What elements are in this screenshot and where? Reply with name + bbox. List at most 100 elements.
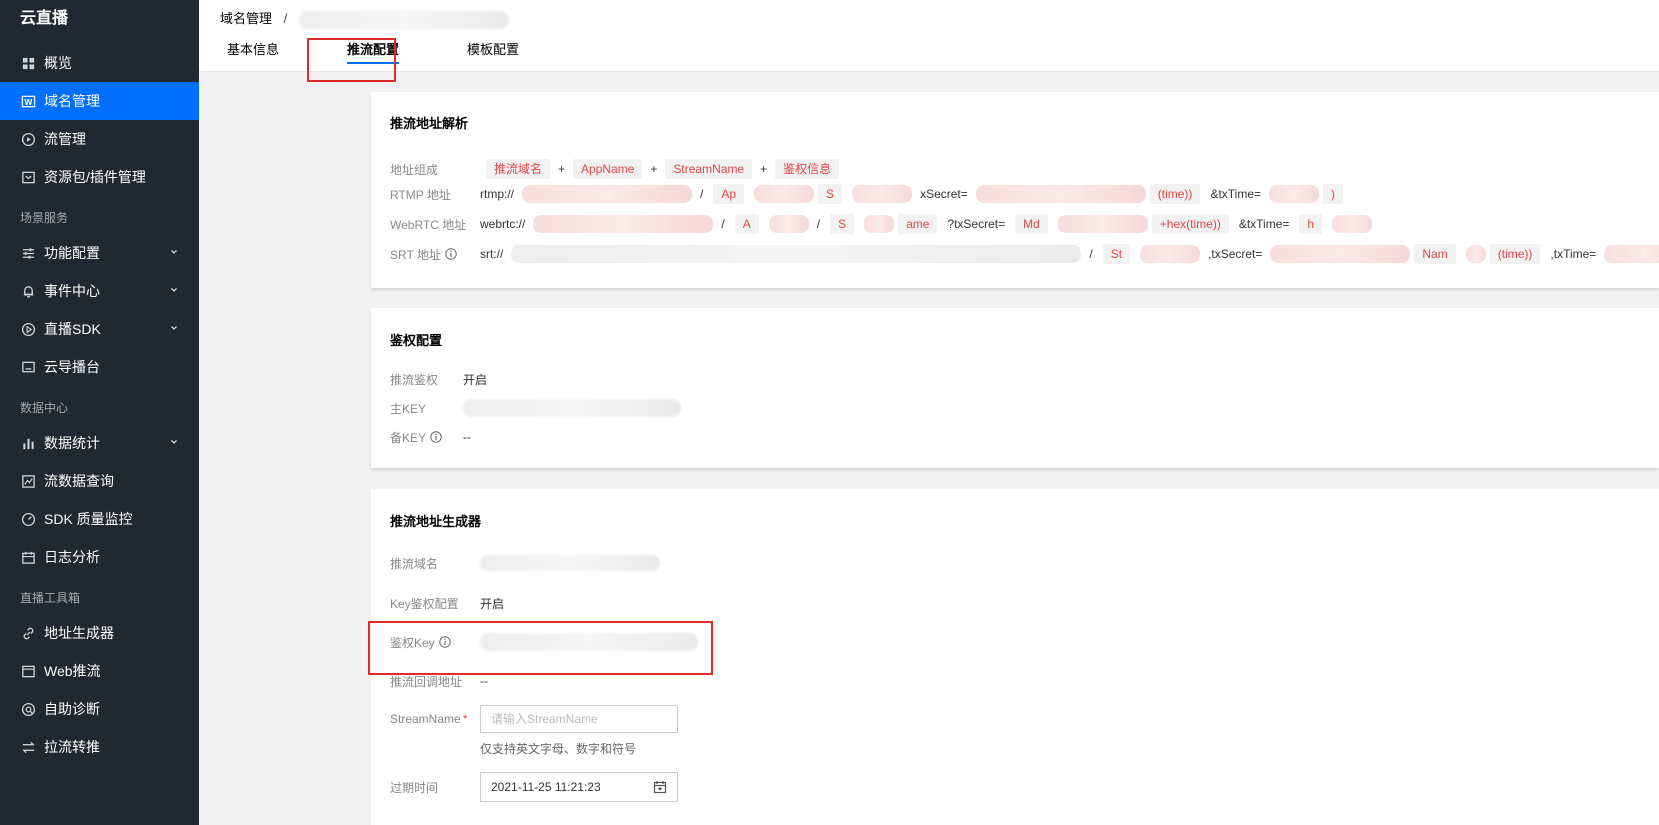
gauge-icon [20, 511, 36, 527]
section-data: 数据中心 [20, 401, 69, 415]
srt-redacted [1465, 245, 1486, 263]
tab-template-config[interactable]: 模板配置 [453, 36, 533, 68]
section-tools: 直播工具箱 [20, 591, 81, 605]
window-icon [20, 663, 36, 679]
card-title: 鉴权配置 [390, 333, 443, 348]
sidebar-item-label: 地址生成器 [44, 625, 114, 641]
key-auth-value: 开启 [480, 596, 505, 611]
sidebar-item-label: 功能配置 [44, 245, 100, 261]
rtmp-txtime-fragment: &txTime= [1210, 187, 1262, 201]
sidebar-item-pull-push[interactable]: 拉流转推 [0, 728, 199, 766]
sidebar-item-feature-config[interactable]: 功能配置 [0, 234, 199, 272]
slash: / [1089, 247, 1093, 261]
push-auth-label: 推流鉴权 [390, 372, 439, 387]
webrtc-prefix: webrtc:// [480, 217, 526, 231]
push-domain-redacted [480, 555, 660, 571]
tab-basic-info[interactable]: 基本信息 [213, 36, 293, 68]
webrtc-md-fragment: Md [1015, 214, 1048, 234]
rtmp-secret-redacted [975, 185, 1146, 203]
info-icon[interactable] [430, 431, 442, 443]
package-icon [20, 169, 36, 185]
sidebar-item-domain[interactable]: W 域名管理 [0, 82, 199, 120]
sidebar-item-streams[interactable]: 流管理 [0, 120, 199, 158]
webrtc-domain-redacted [533, 215, 714, 233]
compose-row: 地址组成 推流域名 + AppName + StreamName + 鉴权信息 [390, 158, 845, 180]
srt-txtime-redacted [1604, 245, 1659, 263]
breadcrumb-domain-redacted [298, 10, 509, 29]
sidebar-item-label: 流数据查询 [44, 473, 114, 489]
swap-icon [20, 739, 36, 755]
calendar-icon [20, 549, 36, 565]
highlight-box-auth-key [368, 621, 713, 675]
chevron-down-icon [171, 288, 177, 292]
sidebar-item-label: 事件中心 [44, 283, 100, 299]
calendar-icon[interactable] [653, 780, 667, 794]
sidebar-item-web-push[interactable]: Web推流 [0, 652, 199, 690]
breadcrumb-domain-management[interactable]: 域名管理 [220, 11, 272, 26]
chevron-down-icon [171, 250, 177, 254]
expire-date-picker[interactable]: 2021-11-25 11:21:23 [480, 772, 678, 802]
rtmp-time-fragment: (time)) [1149, 184, 1201, 204]
link-icon [20, 625, 36, 641]
rtmp-app-fragment: Ap [713, 184, 745, 204]
rtmp-txtime-redacted [1269, 185, 1320, 203]
webrtc-h-fragment: h [1299, 214, 1323, 234]
expire-date-value: 2021-11-25 11:21:23 [491, 780, 601, 794]
webrtc-secret-redacted [1057, 215, 1148, 233]
sidebar-item-label: 数据统计 [44, 435, 100, 451]
webrtc-label: WebRTC 地址 [390, 217, 467, 232]
sidebar-item-label: 日志分析 [44, 549, 100, 565]
sidebar-item-self-diagnose[interactable]: 自助诊断 [0, 690, 199, 728]
sidebar-item-label: Web推流 [44, 663, 101, 679]
sidebar-item-address-generator[interactable]: 地址生成器 [0, 614, 199, 652]
sidebar-item-live-sdk[interactable]: 直播SDK [0, 310, 199, 348]
play-icon [20, 321, 36, 337]
plus-sign: + [558, 162, 566, 176]
bell-icon [20, 283, 36, 299]
sidebar-item-event-center[interactable]: 事件中心 [0, 272, 199, 310]
sidebar-item-label: 云导播台 [44, 359, 100, 375]
sidebar-item-log-analysis[interactable]: 日志分析 [0, 538, 199, 576]
card-title: 推流地址解析 [390, 116, 469, 131]
sidebar-item-label: 流管理 [44, 131, 86, 147]
push-address-parse-card: 推流地址解析 地址组成 推流域名 + AppName + StreamName … [371, 92, 1659, 288]
rtmp-redacted [852, 185, 913, 203]
play-circle-icon [20, 131, 36, 147]
srt-row: SRT 地址 srt:// / St ,txSecret= Nam (time)… [390, 243, 1659, 265]
diagnose-icon [20, 701, 36, 717]
sidebar-item-sdk-monitor[interactable]: SDK 质量监控 [0, 500, 199, 538]
main-key-row: 主KEY [390, 397, 681, 419]
info-icon[interactable] [445, 248, 457, 260]
rtmp-secret-fragment: xSecret= [920, 187, 968, 201]
streamname-label: StreamName * [390, 712, 480, 726]
sidebar-item-overview[interactable]: 概览 [0, 44, 199, 82]
webrtc-name-fragment: ame [898, 214, 938, 234]
tag-appname: AppName [573, 159, 643, 179]
breadcrumb-separator: / [283, 11, 288, 26]
srt-secret-redacted [1270, 245, 1411, 263]
srt-nam-fragment: Nam [1414, 244, 1456, 264]
sidebar-item-cloud-director[interactable]: 云导播台 [0, 348, 199, 386]
webrtc-redacted [768, 215, 809, 233]
monitor-icon [20, 359, 36, 375]
sidebar-item-packages[interactable]: 资源包/插件管理 [0, 158, 199, 196]
tag-streamname: StreamName [665, 159, 753, 179]
backup-key-value: -- [463, 430, 471, 444]
slash: / [700, 187, 704, 201]
callback-label: 推流回调地址 [390, 674, 463, 689]
plus-sign: + [650, 162, 658, 176]
sidebar-item-data-stats[interactable]: 数据统计 [0, 424, 199, 462]
streamname-row: StreamName * [390, 704, 678, 734]
sidebar-item-label: 资源包/插件管理 [44, 169, 146, 185]
backup-key-label-text: 备KEY [390, 430, 427, 445]
rtmp-redacted [754, 185, 815, 203]
expire-label: 过期时间 [390, 780, 439, 795]
streamname-input[interactable] [480, 705, 678, 733]
sidebar-item-label: 概览 [44, 55, 72, 71]
required-mark: * [462, 712, 468, 726]
push-auth-row: 推流鉴权 开启 [390, 368, 487, 390]
callback-value: -- [480, 674, 488, 688]
rtmp-row: RTMP 地址 rtmp:// / Ap S xSecret= (time)) … [390, 183, 1349, 205]
sidebar-item-label: 直播SDK [44, 321, 101, 337]
sidebar-item-stream-query[interactable]: 流数据查询 [0, 462, 199, 500]
